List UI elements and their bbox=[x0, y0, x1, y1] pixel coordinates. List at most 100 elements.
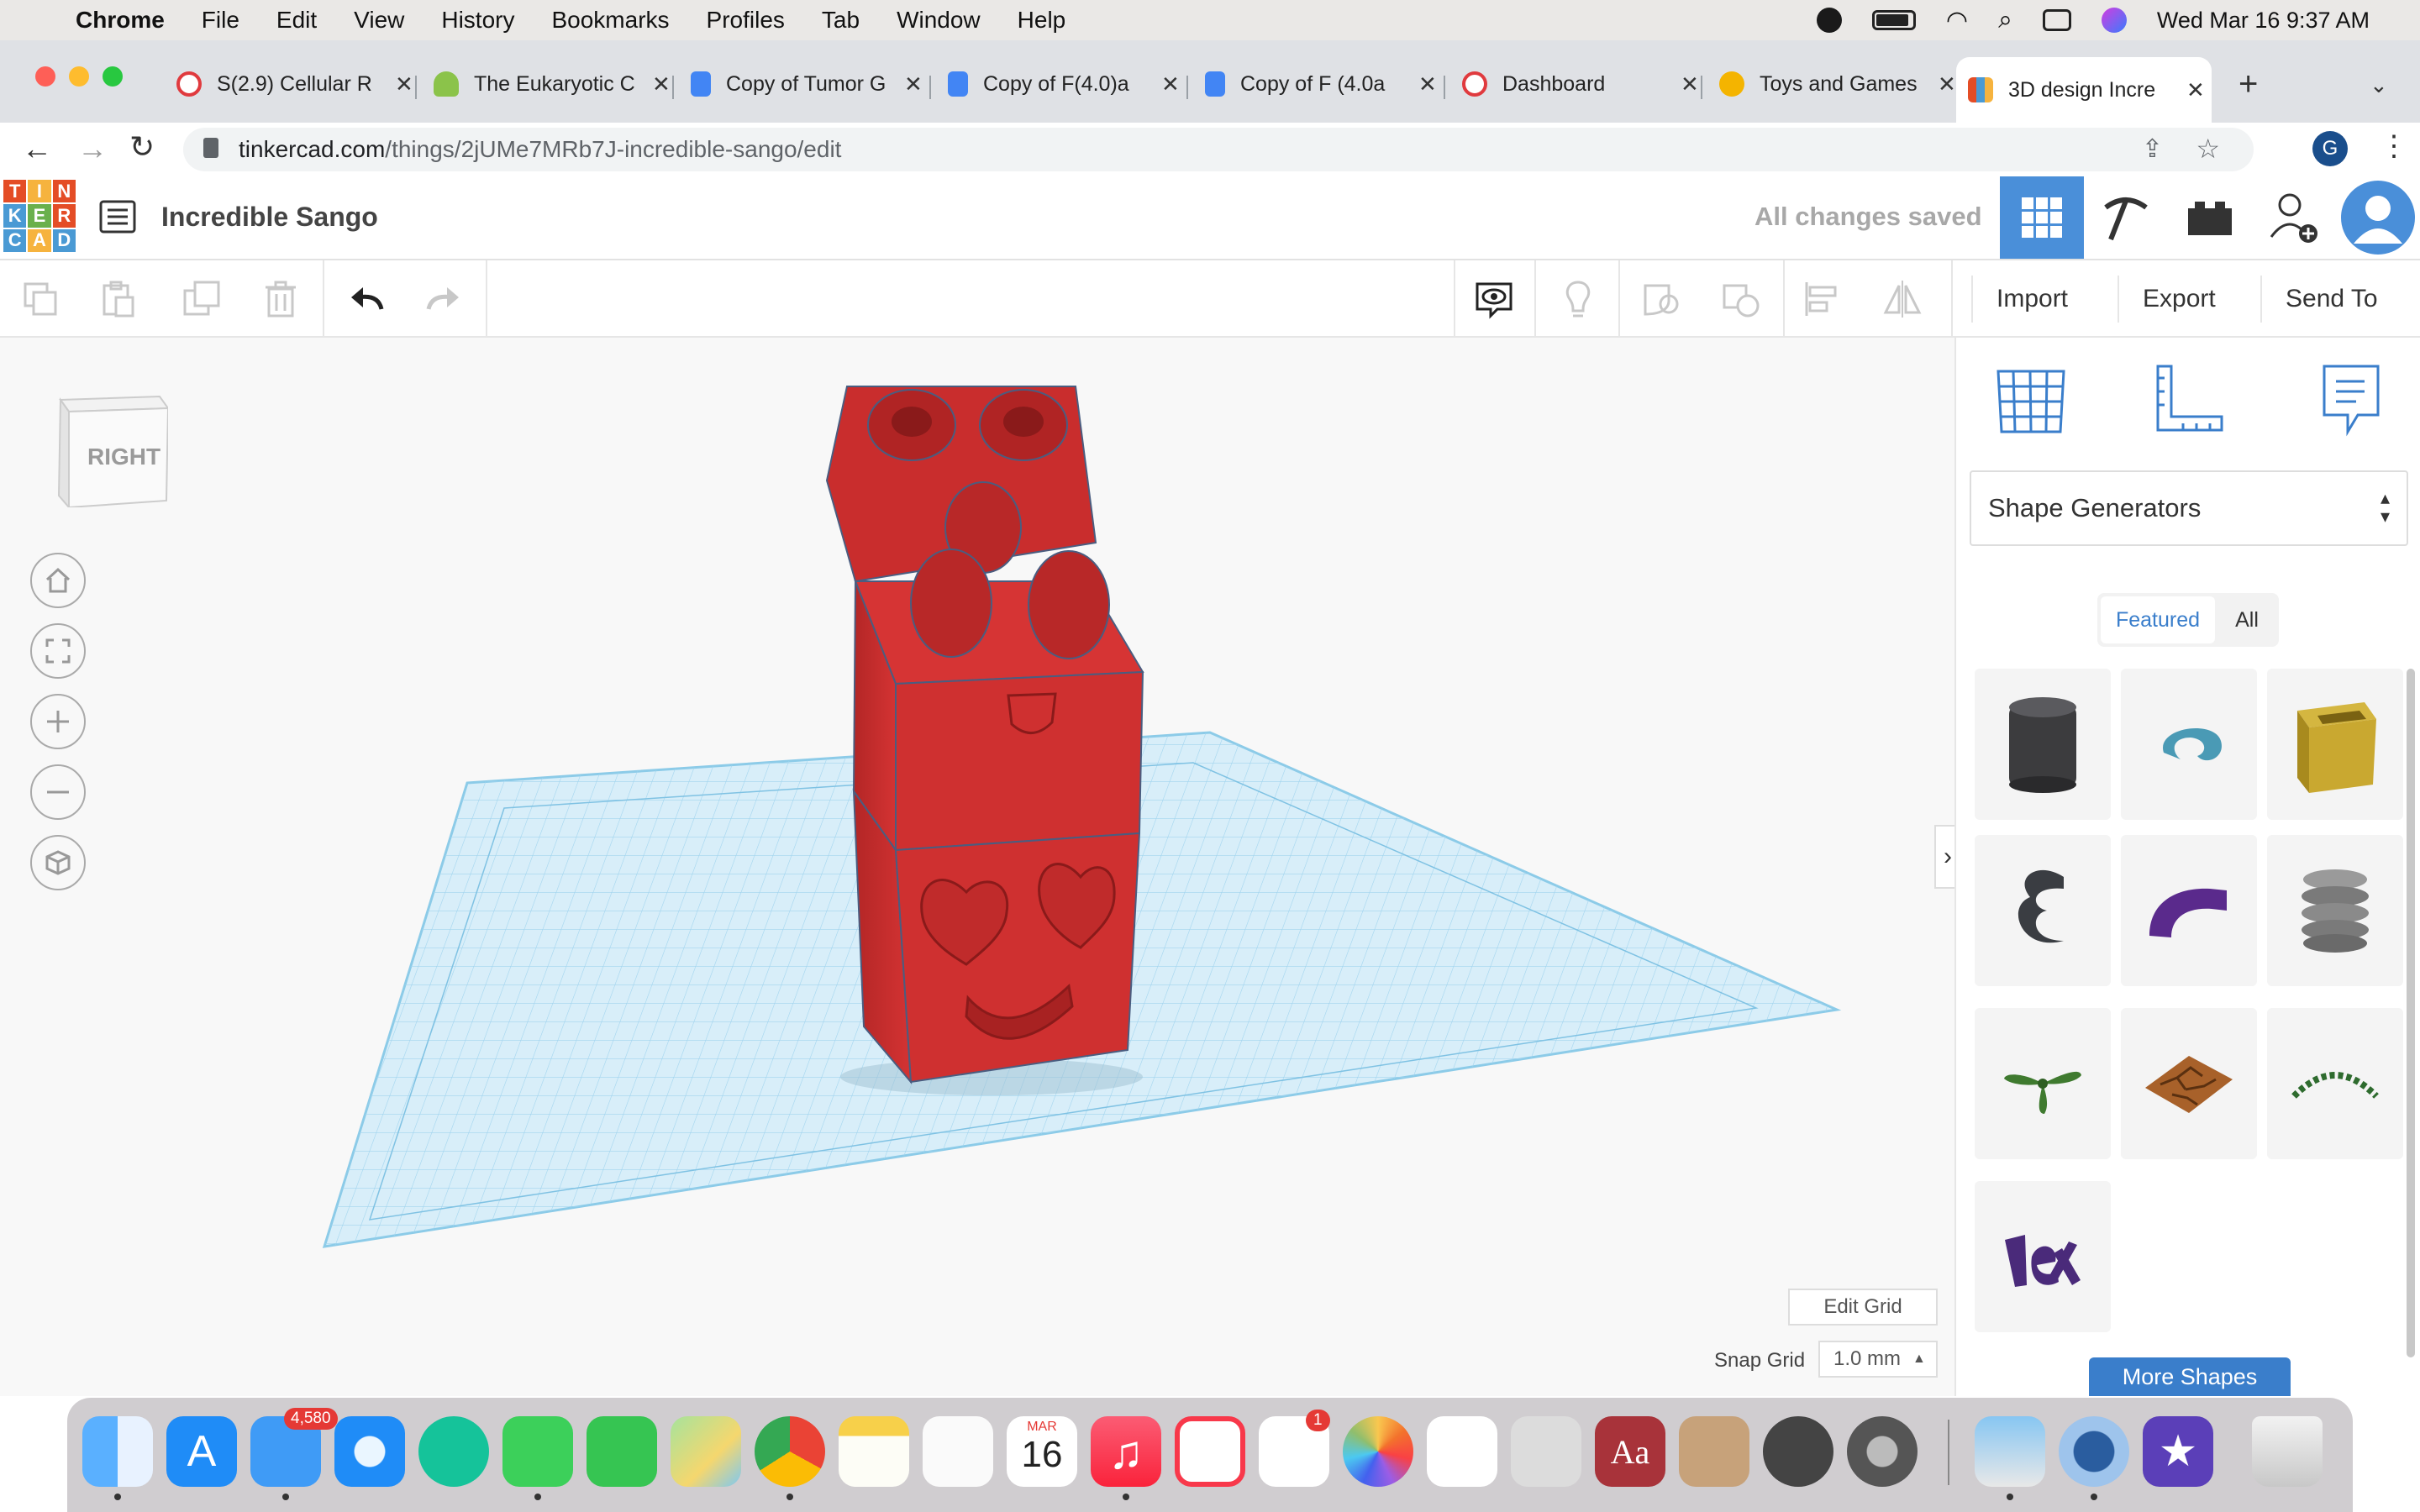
menu-clock[interactable]: Wed Mar 16 9:37 AM bbox=[2157, 8, 2370, 34]
wifi-icon[interactable]: ◠ bbox=[1946, 6, 1968, 35]
menu-history[interactable]: History bbox=[441, 7, 514, 34]
menu-bookmarks[interactable]: Bookmarks bbox=[551, 7, 669, 34]
shape-item[interactable] bbox=[1975, 1008, 2111, 1159]
quicktime-dock-icon[interactable] bbox=[2059, 1416, 2129, 1487]
siri-icon[interactable] bbox=[2101, 8, 2127, 33]
menu-window[interactable]: Window bbox=[897, 7, 981, 34]
music-dock-icon[interactable]: ♫ bbox=[1091, 1416, 1161, 1487]
battery-icon[interactable] bbox=[1871, 10, 1916, 30]
screenshot-dock-icon[interactable] bbox=[1763, 1416, 1833, 1487]
reload-icon[interactable]: ↻ bbox=[129, 129, 155, 165]
pages-dock-icon[interactable] bbox=[923, 1416, 993, 1487]
ungroup-button[interactable] bbox=[1718, 276, 1765, 323]
copy-button[interactable] bbox=[17, 276, 64, 323]
menu-tab[interactable]: Tab bbox=[822, 7, 860, 34]
delete-button[interactable] bbox=[257, 276, 304, 323]
messages-dock-icon[interactable] bbox=[502, 1416, 573, 1487]
shape-library-select[interactable]: Shape Generators ▴ ▾ bbox=[1970, 470, 2408, 546]
browser-tab[interactable]: Toys and Games ✕ bbox=[1707, 59, 1960, 109]
bookmark-star-icon[interactable]: ☆ bbox=[2196, 133, 2220, 165]
new-tab-button[interactable]: + bbox=[2238, 66, 2258, 103]
finder-dock-icon[interactable] bbox=[82, 1416, 153, 1487]
contacts-dock-icon[interactable] bbox=[1679, 1416, 1749, 1487]
safari-dock-icon[interactable] bbox=[334, 1416, 405, 1487]
shape-item[interactable] bbox=[2267, 835, 2403, 986]
lock-icon[interactable] bbox=[203, 138, 218, 158]
dictionary-dock-icon[interactable]: Aa bbox=[1595, 1416, 1665, 1487]
design-list-icon[interactable] bbox=[99, 198, 136, 235]
menu-app-name[interactable]: Chrome bbox=[76, 7, 165, 34]
invite-user-button[interactable] bbox=[2252, 176, 2336, 259]
grammarly-dock-icon[interactable] bbox=[418, 1416, 489, 1487]
more-shapes-button[interactable]: More Shapes bbox=[2089, 1357, 2291, 1396]
browser-tab[interactable]: Copy of F (4.0a ✕ bbox=[1193, 59, 1445, 109]
snap-grid-select[interactable]: 1.0 mm ▲ bbox=[1818, 1341, 1938, 1378]
show-all-button[interactable] bbox=[1555, 276, 1602, 323]
close-tab-icon[interactable]: ✕ bbox=[904, 71, 923, 97]
browser-tab[interactable]: Copy of Tumor G ✕ bbox=[679, 59, 931, 109]
share-icon[interactable]: ⇪ bbox=[2142, 134, 2163, 164]
browser-tab-active[interactable]: 3D design Incre ✕ bbox=[1956, 57, 2212, 123]
export-button[interactable]: Export bbox=[2118, 276, 2239, 323]
browser-tab[interactable]: Copy of F(4.0)a ✕ bbox=[936, 59, 1188, 109]
trash-dock-icon[interactable] bbox=[2252, 1416, 2323, 1487]
design-title[interactable]: Incredible Sango bbox=[161, 202, 378, 233]
workplane-3d-scene[interactable] bbox=[0, 338, 1954, 1396]
window-close-button[interactable] bbox=[35, 66, 55, 87]
window-minimize-button[interactable] bbox=[69, 66, 89, 87]
app-store-dock-icon[interactable]: A bbox=[166, 1416, 237, 1487]
spotlight-search-icon[interactable]: ⌕ bbox=[1998, 6, 2012, 34]
close-tab-icon[interactable]: ✕ bbox=[652, 71, 671, 97]
notes-visibility-button[interactable] bbox=[1470, 276, 1518, 323]
news-dock-icon[interactable] bbox=[1175, 1416, 1245, 1487]
close-tab-icon[interactable]: ✕ bbox=[1681, 71, 1699, 97]
menu-view[interactable]: View bbox=[354, 7, 404, 34]
close-tab-icon[interactable]: ✕ bbox=[395, 71, 413, 97]
keynote-dock-icon[interactable] bbox=[1427, 1416, 1497, 1487]
workplane-tool-button[interactable] bbox=[1993, 361, 2069, 437]
paste-button[interactable] bbox=[94, 276, 141, 323]
menu-help[interactable]: Help bbox=[1018, 7, 1066, 34]
mail-dock-icon[interactable]: 4,580 bbox=[250, 1408, 338, 1487]
close-tab-icon[interactable]: ✕ bbox=[2186, 77, 2205, 103]
tab-featured[interactable]: Featured bbox=[2101, 596, 2215, 643]
shape-item[interactable] bbox=[1975, 835, 2111, 986]
forward-arrow-icon[interactable]: → bbox=[77, 131, 108, 166]
control-center-icon[interactable] bbox=[2042, 9, 2071, 31]
tinkercad-logo[interactable]: T I N K E R C A D bbox=[3, 180, 76, 252]
close-tab-icon[interactable]: ✕ bbox=[1938, 71, 1956, 97]
send-to-button[interactable]: Send To bbox=[2260, 276, 2402, 323]
menu-file[interactable]: File bbox=[202, 7, 239, 34]
close-tab-icon[interactable]: ✕ bbox=[1418, 71, 1437, 97]
mirror-button[interactable] bbox=[1879, 276, 1926, 323]
shape-item[interactable] bbox=[2121, 669, 2257, 820]
3d-design-view-button[interactable] bbox=[2000, 176, 2084, 259]
collapse-panel-button[interactable]: › bbox=[1934, 825, 1954, 889]
ruler-tool-button[interactable] bbox=[2151, 361, 2227, 437]
bricks-view-button[interactable] bbox=[2168, 176, 2252, 259]
grammarly-status-icon[interactable] bbox=[1816, 8, 1842, 33]
imovie-dock-icon[interactable]: ★ bbox=[2143, 1416, 2213, 1487]
browser-tab[interactable]: S(2.9) Cellular R ✕ bbox=[165, 59, 417, 109]
home-view-button[interactable] bbox=[30, 553, 86, 608]
notes-dock-icon[interactable] bbox=[839, 1416, 909, 1487]
browser-tab[interactable]: Dashboard ✕ bbox=[1450, 59, 1702, 109]
group-button[interactable] bbox=[1637, 276, 1684, 323]
reminders-dock-icon[interactable]: 1 bbox=[1259, 1410, 1330, 1487]
profile-avatar[interactable]: G bbox=[2312, 131, 2348, 166]
zoom-in-button[interactable] bbox=[30, 694, 86, 749]
menu-profiles[interactable]: Profiles bbox=[707, 7, 785, 34]
chrome-menu-icon[interactable]: ⋮ bbox=[2380, 129, 2408, 163]
fit-view-button[interactable] bbox=[30, 623, 86, 679]
menu-edit[interactable]: Edit bbox=[276, 7, 317, 34]
perspective-toggle-button[interactable] bbox=[30, 835, 86, 890]
preview-dock-icon[interactable] bbox=[1975, 1416, 2045, 1487]
back-arrow-icon[interactable]: ← bbox=[22, 131, 52, 166]
close-tab-icon[interactable]: ✕ bbox=[1161, 71, 1180, 97]
window-zoom-button[interactable] bbox=[103, 66, 123, 87]
zoom-out-button[interactable] bbox=[30, 764, 86, 820]
shape-item[interactable] bbox=[1975, 1181, 2111, 1332]
tab-search-chevron-icon[interactable]: ⌄ bbox=[2370, 72, 2388, 98]
duplicate-button[interactable] bbox=[178, 276, 225, 323]
shape-item[interactable] bbox=[2267, 669, 2403, 820]
